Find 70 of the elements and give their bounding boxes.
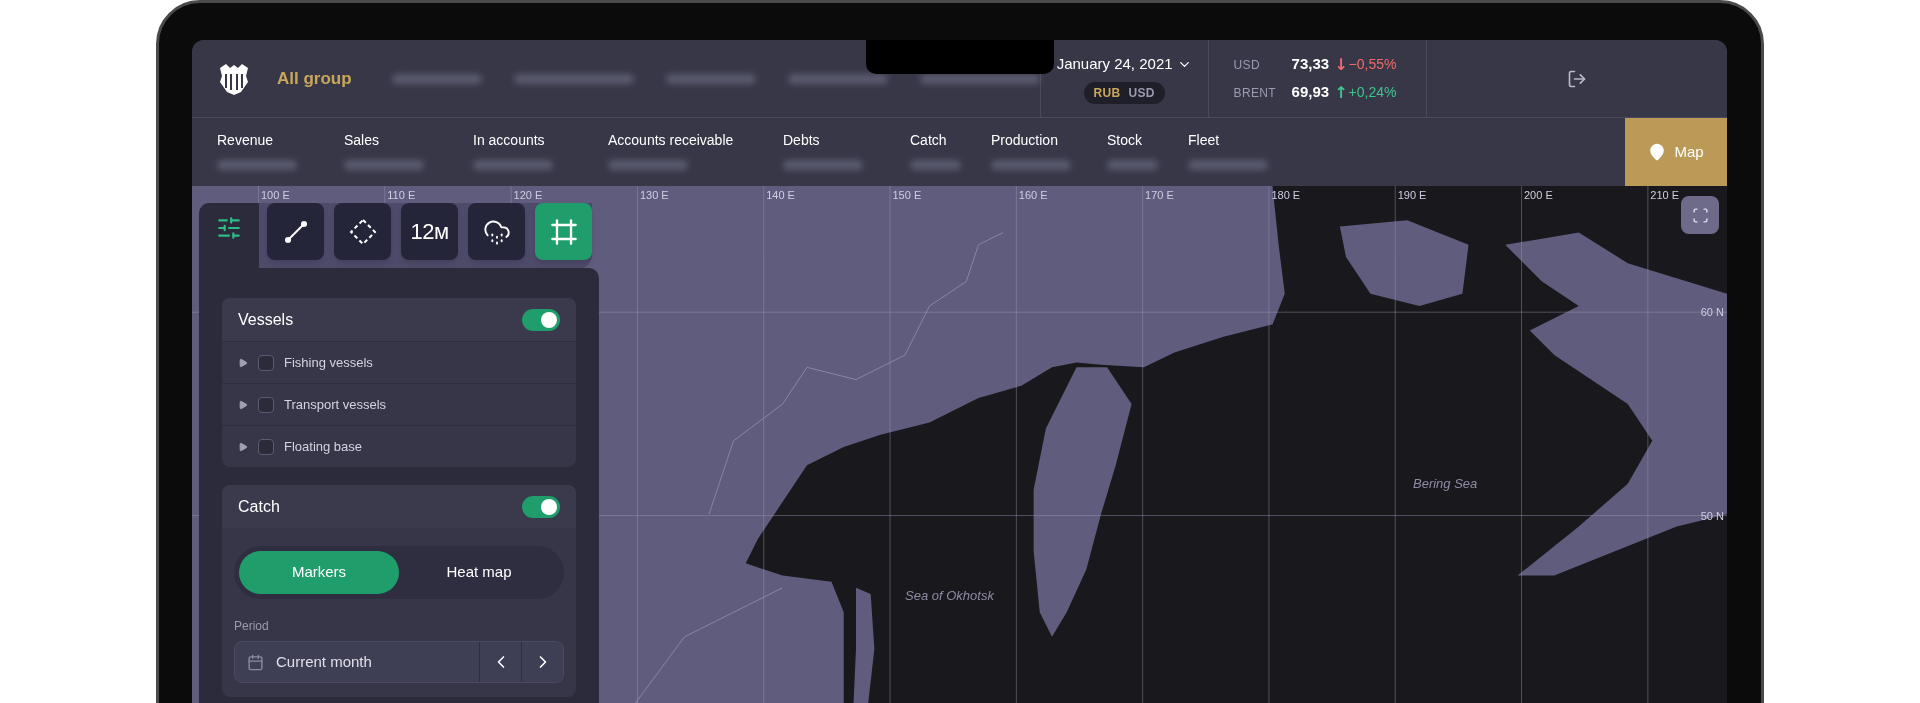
longitude-label: 140 E bbox=[766, 188, 795, 203]
longitude-label: 210 E bbox=[1650, 188, 1680, 203]
longitude-label: 100 E bbox=[261, 188, 290, 203]
layer-list-item[interactable]: Transport vessels bbox=[222, 383, 576, 425]
mode-tab[interactable]: Heat map bbox=[399, 551, 559, 594]
change-arrow: ↑ bbox=[1334, 81, 1348, 104]
calendar-icon bbox=[247, 653, 264, 671]
toggle-switch[interactable] bbox=[522, 308, 560, 331]
dashed-diamond-icon bbox=[348, 217, 377, 246]
date-picker[interactable]: January 24, 2021 bbox=[1056, 53, 1192, 76]
logout-icon bbox=[1566, 68, 1587, 89]
longitude-label: 120 E bbox=[513, 188, 543, 203]
metric-label[interactable]: Production bbox=[991, 130, 1107, 151]
metric-label[interactable]: Debts bbox=[783, 130, 910, 151]
longitude-label: 150 E bbox=[892, 188, 922, 203]
checkbox[interactable] bbox=[258, 396, 274, 413]
logo-icon bbox=[217, 61, 251, 96]
layer-item-label: Fishing vessels bbox=[284, 353, 373, 372]
checkbox[interactable] bbox=[258, 354, 274, 371]
metric-label[interactable]: Revenue bbox=[217, 130, 344, 151]
longitude-label: 160 E bbox=[1018, 188, 1048, 203]
fullscreen-icon bbox=[1691, 206, 1709, 224]
blurred-text bbox=[910, 160, 961, 170]
layer-list-item[interactable]: Floating base bbox=[222, 425, 576, 467]
longitude-label: 130 E bbox=[639, 188, 669, 203]
map-tool-button[interactable] bbox=[468, 203, 525, 260]
sea-label: Bering Sea bbox=[1413, 475, 1478, 493]
longitude-label: 170 E bbox=[1145, 188, 1174, 203]
checkbox[interactable] bbox=[258, 438, 274, 455]
rate-change: −0,55% bbox=[1348, 55, 1397, 74]
rate-change: +0,24% bbox=[1348, 83, 1397, 102]
currency-option[interactable]: RUB bbox=[1093, 83, 1121, 102]
longitude-label: 190 E bbox=[1397, 188, 1427, 203]
latitude-label: 50 N bbox=[1700, 509, 1724, 524]
field-label: Period bbox=[234, 618, 270, 635]
fullscreen-button[interactable] bbox=[1681, 196, 1719, 234]
metric-label[interactable]: Stock bbox=[1107, 130, 1188, 151]
toggle-switch[interactable] bbox=[522, 495, 560, 518]
filters-button[interactable] bbox=[199, 203, 259, 269]
brand-name[interactable]: All group bbox=[277, 65, 352, 92]
blurred-text bbox=[1107, 160, 1158, 170]
layer-item-label: Transport vessels bbox=[284, 395, 387, 414]
rate-value: 69,93 bbox=[1291, 82, 1330, 103]
metric-label[interactable]: Sales bbox=[344, 130, 473, 151]
layer-list-item[interactable]: Fishing vessels bbox=[222, 341, 576, 383]
change-arrow: ↓ bbox=[1334, 53, 1348, 76]
distance-tool-button[interactable]: 12м bbox=[401, 203, 458, 260]
metric-label[interactable]: Accounts receivable bbox=[608, 130, 783, 151]
rate-value: 73,33 bbox=[1291, 54, 1330, 75]
sea-label: Sea of Okhotsk bbox=[905, 587, 994, 605]
longitude-label: 200 E bbox=[1524, 188, 1553, 203]
map-pin-icon bbox=[1648, 143, 1667, 161]
longitude-label: 180 E bbox=[1271, 188, 1301, 203]
rate-name: BRENT bbox=[1233, 84, 1277, 102]
map-tool-button[interactable] bbox=[267, 203, 324, 260]
metric-label[interactable]: In accounts bbox=[473, 130, 608, 151]
metric-label[interactable]: Catch bbox=[910, 130, 991, 151]
map-tool-button[interactable] bbox=[334, 203, 391, 260]
layer-title: Vessels bbox=[238, 309, 294, 330]
period-value: Current month bbox=[276, 651, 372, 672]
rate-name: USD bbox=[1233, 56, 1261, 74]
sliders-icon bbox=[216, 215, 242, 241]
metric-label[interactable]: Fleet bbox=[1188, 130, 1308, 151]
latitude-label: 60 N bbox=[1700, 305, 1724, 320]
frame-icon bbox=[549, 217, 578, 246]
line-tool-icon bbox=[282, 218, 309, 245]
currency-option[interactable]: USD bbox=[1128, 83, 1155, 102]
longitude-label: 110 E bbox=[387, 188, 416, 203]
layer-title: Catch bbox=[238, 496, 280, 517]
layer-item-label: Floating base bbox=[284, 437, 363, 456]
